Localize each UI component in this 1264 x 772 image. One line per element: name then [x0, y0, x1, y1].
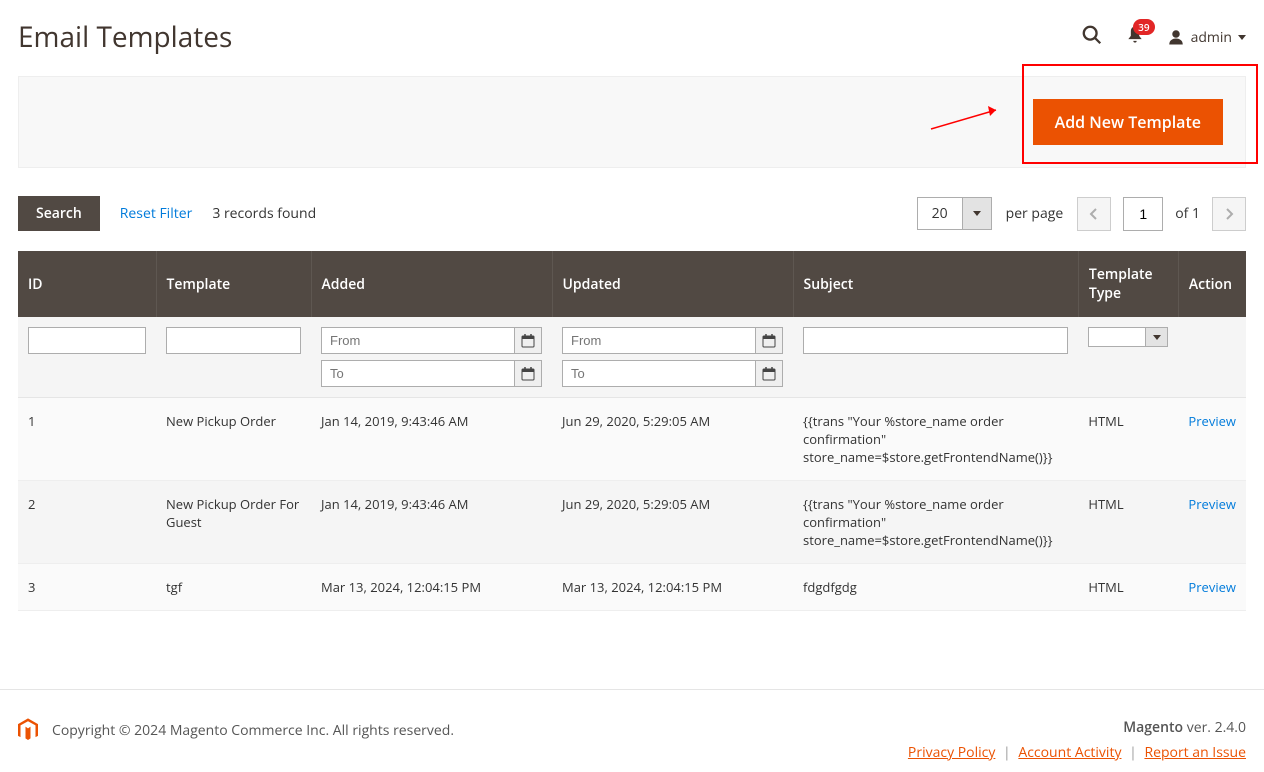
cell-updated: Jun 29, 2020, 5:29:05 AM — [552, 398, 793, 481]
search-icon[interactable] — [1081, 24, 1103, 51]
filter-id-input[interactable] — [28, 327, 146, 354]
preview-link[interactable]: Preview — [1188, 412, 1236, 430]
col-header-id[interactable]: ID — [18, 251, 156, 317]
cell-id: 2 — [18, 481, 156, 564]
cell-subject: {{trans "Your %store_name order confirma… — [793, 481, 1078, 564]
filter-type-select[interactable] — [1088, 327, 1168, 347]
preview-link[interactable]: Preview — [1188, 495, 1236, 513]
cell-type: HTML — [1078, 398, 1178, 481]
cell-type: HTML — [1078, 564, 1178, 611]
page-title: Email Templates — [18, 18, 232, 56]
version-text: ver. 2.4.0 — [1183, 718, 1246, 737]
cell-template: tgf — [156, 564, 311, 611]
filter-added-from-input[interactable] — [321, 327, 514, 354]
col-header-subject[interactable]: Subject — [793, 251, 1078, 317]
prev-page-button[interactable] — [1077, 197, 1111, 231]
user-label: admin — [1191, 28, 1232, 47]
calendar-icon[interactable] — [755, 327, 783, 354]
col-header-added[interactable]: Added — [311, 251, 552, 317]
notifications-icon[interactable]: 39 — [1125, 25, 1145, 50]
records-found: 3 records found — [212, 204, 316, 223]
cell-template: New Pickup Order For Guest — [156, 481, 311, 564]
cell-updated: Jun 29, 2020, 5:29:05 AM — [552, 481, 793, 564]
chevron-down-icon — [1238, 35, 1246, 40]
report-issue-link[interactable]: Report an Issue — [1144, 743, 1246, 762]
chevron-down-icon — [1145, 328, 1167, 346]
magento-logo-icon — [18, 718, 38, 742]
cell-id: 3 — [18, 564, 156, 611]
cell-id: 1 — [18, 398, 156, 481]
account-activity-link[interactable]: Account Activity — [1018, 743, 1121, 762]
filter-added-to-input[interactable] — [321, 360, 514, 387]
cell-template: New Pickup Order — [156, 398, 311, 481]
copyright-text: Copyright © 2024 Magento Commerce Inc. A… — [52, 721, 454, 740]
col-header-action: Action — [1178, 251, 1246, 317]
calendar-icon[interactable] — [755, 360, 783, 387]
templates-table: ID Template Added Updated Subject Templa… — [18, 251, 1246, 611]
calendar-icon[interactable] — [514, 360, 542, 387]
filter-updated-to-input[interactable] — [562, 360, 755, 387]
col-header-template[interactable]: Template — [156, 251, 311, 317]
filter-row — [18, 317, 1246, 398]
user-menu[interactable]: admin — [1167, 28, 1246, 47]
per-page-value: 20 — [918, 198, 962, 229]
notification-badge: 39 — [1133, 19, 1154, 35]
preview-link[interactable]: Preview — [1188, 578, 1236, 596]
cell-subject: fdgdfgdg — [793, 564, 1078, 611]
privacy-policy-link[interactable]: Privacy Policy — [908, 743, 995, 762]
filter-subject-input[interactable] — [803, 327, 1068, 354]
cell-added: Jan 14, 2019, 9:43:46 AM — [311, 398, 552, 481]
cell-added: Mar 13, 2024, 12:04:15 PM — [311, 564, 552, 611]
cell-type: HTML — [1078, 481, 1178, 564]
filter-updated-from-input[interactable] — [562, 327, 755, 354]
search-button[interactable]: Search — [18, 196, 100, 231]
product-name: Magento — [1123, 718, 1183, 737]
table-row[interactable]: 2 New Pickup Order For Guest Jan 14, 201… — [18, 481, 1246, 564]
action-bar: Add New Template — [18, 76, 1246, 168]
per-page-label: per page — [1006, 204, 1064, 223]
page-of-label: of 1 — [1175, 204, 1200, 223]
add-new-template-button[interactable]: Add New Template — [1033, 99, 1223, 145]
table-row[interactable]: 3 tgf Mar 13, 2024, 12:04:15 PM Mar 13, … — [18, 564, 1246, 611]
col-header-type[interactable]: Template Type — [1078, 251, 1178, 317]
footer: Copyright © 2024 Magento Commerce Inc. A… — [0, 689, 1264, 772]
chevron-down-icon[interactable] — [962, 198, 991, 229]
per-page-select[interactable]: 20 — [917, 197, 992, 230]
reset-filter-link[interactable]: Reset Filter — [120, 204, 193, 223]
cell-subject: {{trans "Your %store_name order confirma… — [793, 398, 1078, 481]
next-page-button[interactable] — [1212, 197, 1246, 231]
page-number-input[interactable] — [1123, 197, 1163, 231]
calendar-icon[interactable] — [514, 327, 542, 354]
col-header-updated[interactable]: Updated — [552, 251, 793, 317]
table-row[interactable]: 1 New Pickup Order Jan 14, 2019, 9:43:46… — [18, 398, 1246, 481]
cell-updated: Mar 13, 2024, 12:04:15 PM — [552, 564, 793, 611]
filter-template-input[interactable] — [166, 327, 301, 354]
cell-added: Jan 14, 2019, 9:43:46 AM — [311, 481, 552, 564]
